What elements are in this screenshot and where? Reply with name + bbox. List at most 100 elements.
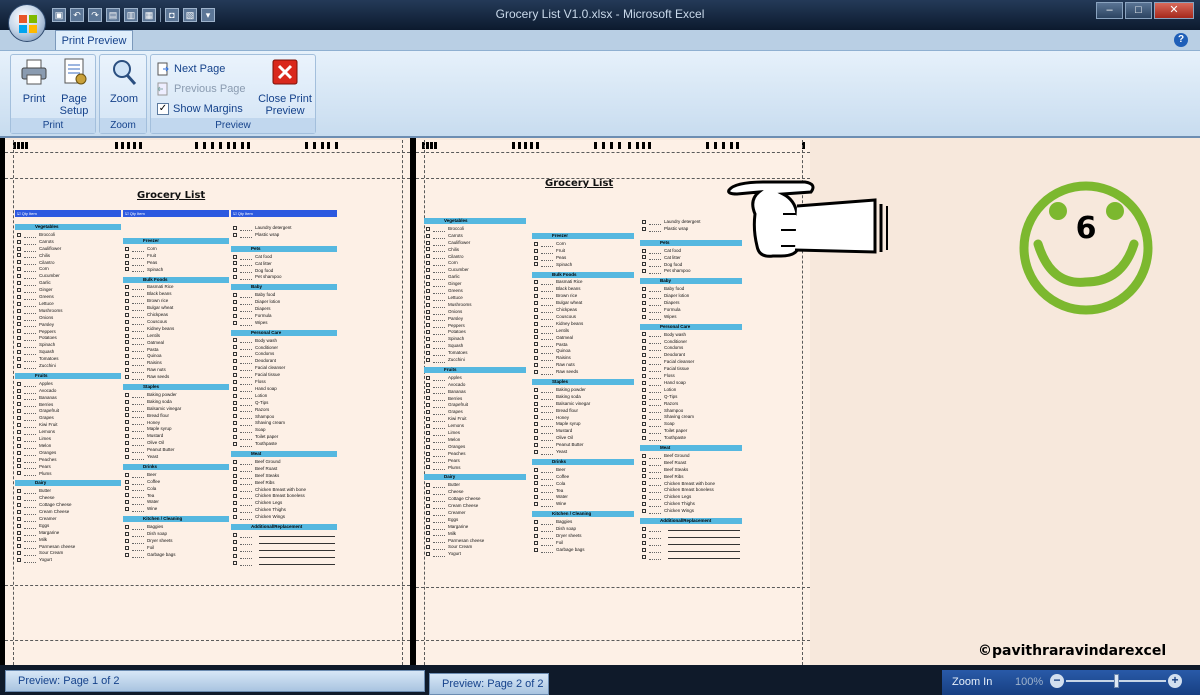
item-checkbox[interactable] bbox=[125, 368, 129, 372]
item-checkbox[interactable] bbox=[642, 219, 646, 224]
item-checkbox[interactable] bbox=[233, 261, 237, 266]
item-checkbox[interactable] bbox=[534, 502, 538, 507]
item-checkbox[interactable] bbox=[125, 507, 129, 512]
item-checkbox[interactable] bbox=[534, 422, 538, 427]
item-checkbox[interactable] bbox=[17, 409, 21, 414]
item-checkbox[interactable] bbox=[426, 226, 430, 231]
item-checkbox[interactable] bbox=[642, 262, 646, 267]
item-checkbox[interactable] bbox=[17, 267, 21, 272]
item-checkbox[interactable] bbox=[125, 305, 129, 310]
item-checkbox[interactable] bbox=[125, 486, 129, 491]
item-checkbox[interactable] bbox=[233, 421, 237, 426]
item-checkbox[interactable] bbox=[642, 332, 646, 337]
item-checkbox[interactable] bbox=[17, 232, 21, 237]
item-checkbox[interactable] bbox=[233, 372, 237, 377]
item-checkbox[interactable] bbox=[17, 516, 21, 521]
next-page-button[interactable]: Next Page bbox=[156, 60, 225, 78]
item-checkbox[interactable] bbox=[426, 382, 430, 387]
item-checkbox[interactable] bbox=[426, 240, 430, 245]
margin-handle[interactable] bbox=[736, 142, 739, 149]
item-checkbox[interactable] bbox=[125, 246, 129, 251]
item-checkbox[interactable] bbox=[125, 326, 129, 331]
margin-handle[interactable] bbox=[247, 142, 250, 149]
margin-line[interactable] bbox=[416, 640, 810, 641]
item-checkbox[interactable] bbox=[426, 389, 430, 394]
margin-line[interactable] bbox=[416, 152, 810, 153]
item-checkbox[interactable] bbox=[233, 293, 237, 297]
item-checkbox[interactable] bbox=[233, 254, 237, 259]
item-checkbox[interactable] bbox=[426, 281, 430, 286]
item-checkbox[interactable] bbox=[534, 387, 538, 392]
item-checkbox[interactable] bbox=[426, 430, 430, 435]
item-checkbox[interactable] bbox=[426, 247, 430, 252]
item-checkbox[interactable] bbox=[642, 269, 646, 274]
item-checkbox[interactable] bbox=[534, 280, 538, 285]
item-checkbox[interactable] bbox=[125, 427, 129, 432]
item-checkbox[interactable] bbox=[642, 387, 646, 392]
item-checkbox[interactable] bbox=[17, 388, 21, 393]
item-checkbox[interactable] bbox=[125, 500, 129, 505]
item-checkbox[interactable] bbox=[534, 533, 538, 538]
item-checkbox[interactable] bbox=[642, 508, 646, 513]
item-checkbox[interactable] bbox=[17, 489, 21, 494]
item-checkbox[interactable] bbox=[17, 294, 21, 299]
item-checkbox[interactable] bbox=[125, 399, 129, 404]
margin-line[interactable] bbox=[5, 152, 410, 153]
item-checkbox[interactable] bbox=[125, 319, 129, 324]
margin-handle[interactable] bbox=[530, 142, 533, 149]
item-checkbox[interactable] bbox=[642, 408, 646, 413]
item-checkbox[interactable] bbox=[426, 344, 430, 348]
margin-line[interactable] bbox=[5, 178, 410, 179]
item-checkbox[interactable] bbox=[17, 496, 21, 500]
item-checkbox[interactable] bbox=[125, 454, 129, 459]
item-checkbox[interactable] bbox=[125, 267, 129, 272]
item-checkbox[interactable] bbox=[534, 321, 538, 326]
item-checkbox[interactable] bbox=[426, 517, 430, 522]
item-checkbox[interactable] bbox=[642, 502, 646, 506]
item-checkbox[interactable] bbox=[426, 261, 430, 266]
item-checkbox[interactable] bbox=[534, 481, 538, 486]
item-checkbox[interactable] bbox=[426, 417, 430, 421]
item-checkbox[interactable] bbox=[642, 401, 646, 406]
item-checkbox[interactable] bbox=[426, 316, 430, 321]
margin-handle[interactable] bbox=[636, 142, 639, 149]
margin-handle[interactable] bbox=[714, 142, 717, 149]
margin-handle[interactable] bbox=[512, 142, 515, 149]
item-checkbox[interactable] bbox=[534, 436, 538, 440]
item-checkbox[interactable] bbox=[233, 480, 237, 485]
item-checkbox[interactable] bbox=[534, 294, 538, 298]
item-checkbox[interactable] bbox=[17, 343, 21, 348]
item-checkbox[interactable] bbox=[233, 306, 237, 311]
item-checkbox[interactable] bbox=[125, 333, 129, 338]
item-checkbox[interactable] bbox=[534, 287, 538, 292]
item-checkbox[interactable] bbox=[642, 360, 646, 364]
item-checkbox[interactable] bbox=[534, 335, 538, 340]
item-checkbox[interactable] bbox=[125, 413, 129, 418]
item-checkbox[interactable] bbox=[125, 392, 129, 397]
item-checkbox[interactable] bbox=[233, 338, 237, 343]
item-checkbox[interactable] bbox=[233, 359, 237, 364]
margin-handle[interactable] bbox=[335, 142, 338, 149]
item-checkbox[interactable] bbox=[642, 307, 646, 312]
item-checkbox[interactable] bbox=[642, 495, 646, 500]
item-checkbox[interactable] bbox=[17, 429, 21, 434]
item-checkbox[interactable] bbox=[642, 373, 646, 378]
item-checkbox[interactable] bbox=[17, 308, 21, 313]
item-checkbox[interactable] bbox=[125, 312, 129, 317]
margin-handle[interactable] bbox=[121, 142, 124, 149]
margin-handle[interactable] bbox=[434, 142, 437, 149]
item-checkbox[interactable] bbox=[125, 285, 129, 290]
margin-handle[interactable] bbox=[219, 142, 222, 149]
margin-handle[interactable] bbox=[241, 142, 244, 149]
zoom-out-icon[interactable]: − bbox=[1050, 674, 1064, 688]
item-checkbox[interactable] bbox=[426, 423, 430, 428]
item-checkbox[interactable] bbox=[534, 401, 538, 406]
item-checkbox[interactable] bbox=[534, 363, 538, 367]
item-checkbox[interactable] bbox=[233, 225, 237, 230]
item-checkbox[interactable] bbox=[642, 474, 646, 479]
item-checkbox[interactable] bbox=[233, 414, 237, 419]
item-checkbox[interactable] bbox=[233, 299, 237, 304]
item-checkbox[interactable] bbox=[426, 444, 430, 449]
item-checkbox[interactable] bbox=[534, 540, 538, 545]
item-checkbox[interactable] bbox=[17, 329, 21, 334]
